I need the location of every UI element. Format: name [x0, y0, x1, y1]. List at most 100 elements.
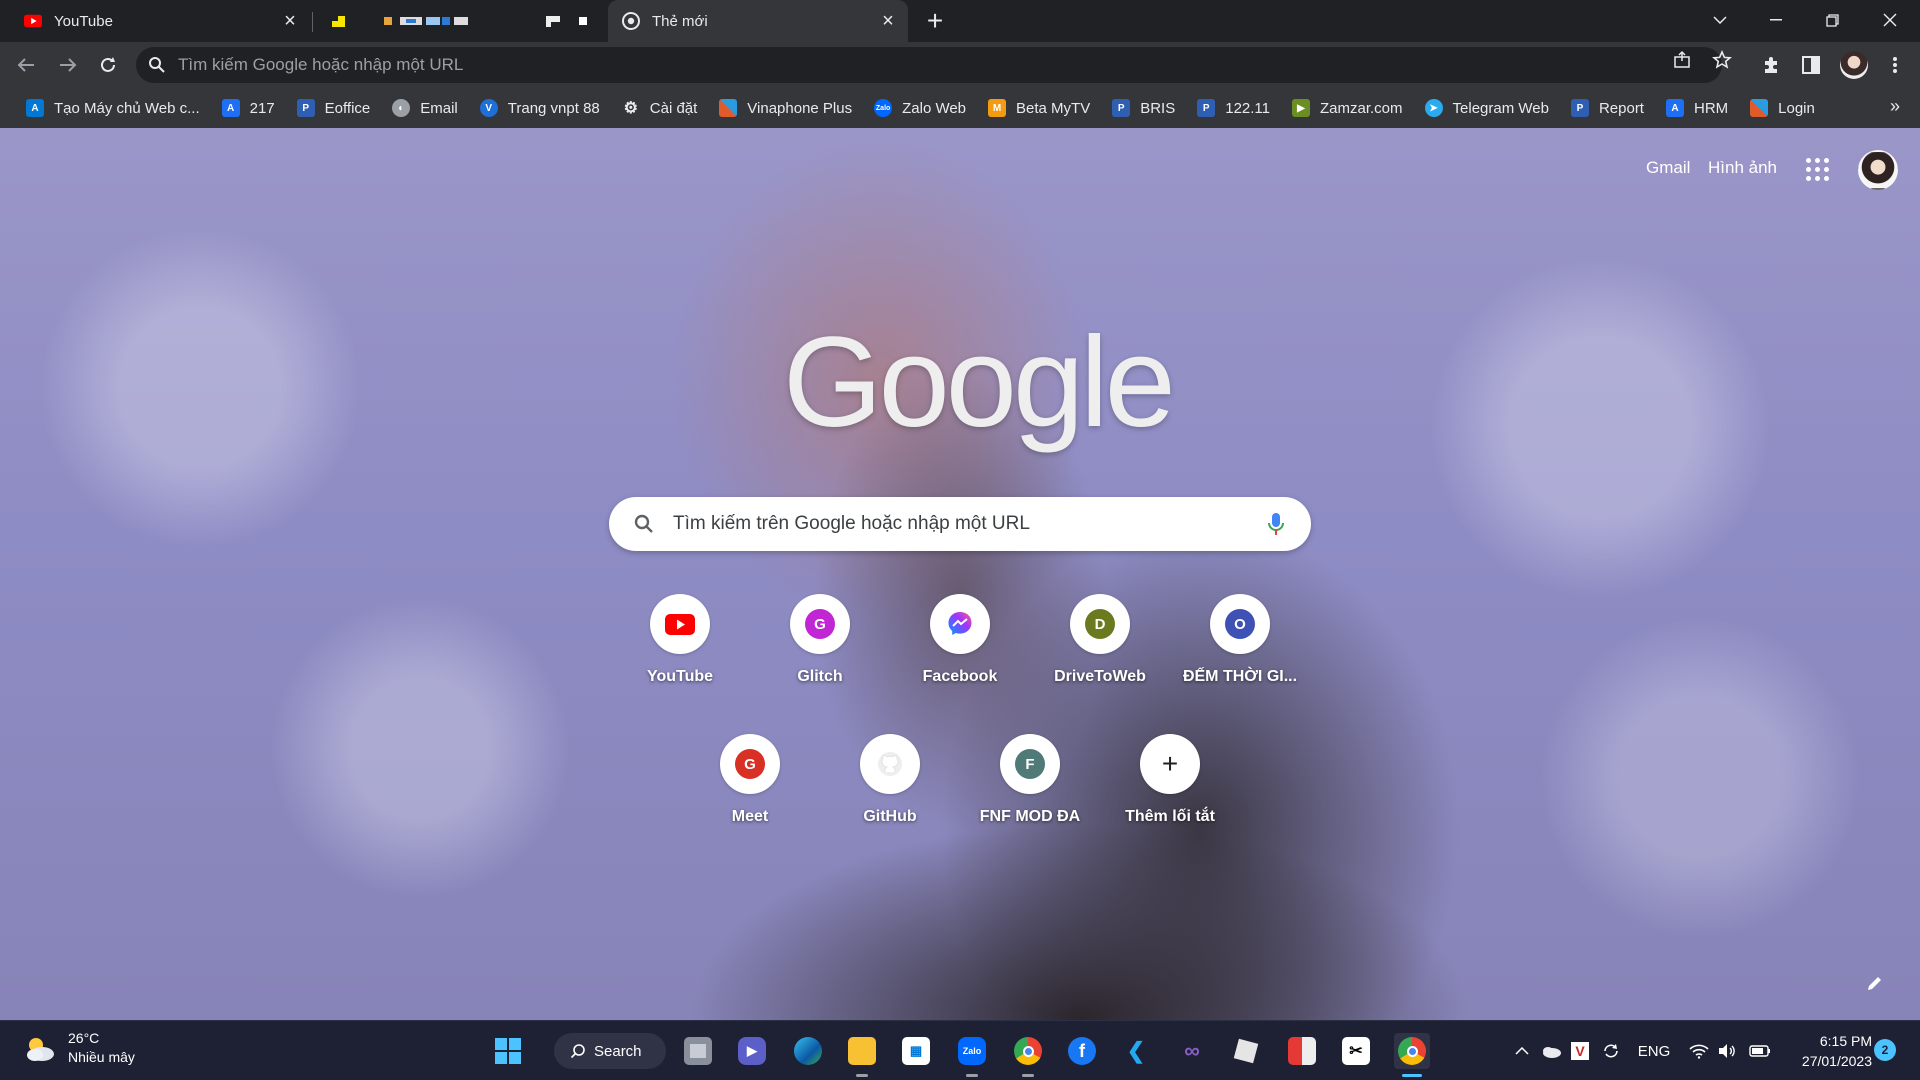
ntp-search-input[interactable]: [673, 513, 1265, 535]
facebook-icon[interactable]: f: [1064, 1033, 1100, 1069]
bookmark-item[interactable]: Login: [1742, 92, 1823, 124]
roblox-icon[interactable]: [1228, 1033, 1264, 1069]
microphone-icon[interactable]: [1265, 511, 1287, 537]
show-hidden-icons-chevron-icon[interactable]: [1510, 1021, 1534, 1080]
file-explorer-icon[interactable]: [844, 1033, 880, 1077]
task-view-icon[interactable]: [680, 1033, 716, 1069]
tab-3[interactable]: [370, 0, 500, 42]
share-icon[interactable]: [1672, 50, 1692, 70]
running-indicator: [1402, 1074, 1422, 1077]
bookmark-item[interactable]: M Beta MyTV: [980, 92, 1098, 124]
taskbar-search[interactable]: Search: [554, 1033, 666, 1069]
volume-icon[interactable]: [1714, 1021, 1740, 1080]
bookmark-label: Trang vnpt 88: [507, 99, 600, 117]
shortcut-icon-circle: D: [1070, 594, 1130, 654]
azure-icon: A: [26, 99, 44, 117]
doc-icon: P: [1197, 99, 1216, 117]
menu-kebab-icon[interactable]: [1882, 52, 1908, 78]
tab-4[interactable]: [530, 0, 590, 42]
bookmark-item[interactable]: ▶ Zamzar.com: [1284, 92, 1411, 124]
bookmark-item[interactable]: P Eoffice: [289, 92, 379, 124]
onedrive-cloud-icon[interactable]: [1538, 1021, 1564, 1080]
profile-avatar[interactable]: [1840, 51, 1868, 79]
sync-icon[interactable]: [1598, 1021, 1624, 1080]
input-language[interactable]: ENG: [1632, 1021, 1676, 1080]
chrome-icon[interactable]: [1010, 1033, 1046, 1077]
tab-search-chevron-icon[interactable]: [1692, 0, 1748, 40]
google-apps-icon[interactable]: [1806, 158, 1830, 182]
running-indicator: [856, 1074, 868, 1077]
images-link[interactable]: Hình ảnh: [1708, 158, 1777, 178]
teams-chat-icon[interactable]: ▶: [734, 1033, 770, 1069]
customize-pencil-icon[interactable]: [1866, 974, 1890, 998]
bookmark-item[interactable]: ⚙ Cài đặt: [614, 92, 706, 124]
shortcut-tile[interactable]: D DriveToWeb: [1040, 592, 1160, 712]
shortcut-tile[interactable]: G Glitch: [760, 592, 880, 712]
forward-button[interactable]: [52, 49, 84, 81]
gmail-link[interactable]: Gmail: [1646, 158, 1690, 178]
wifi-icon[interactable]: [1686, 1021, 1712, 1080]
shortcut-tile[interactable]: YouTube: [620, 592, 740, 712]
shortcut-label: Thêm lối tắt: [1125, 808, 1215, 825]
chrome-profile-icon[interactable]: [1394, 1033, 1430, 1077]
bookmark-item[interactable]: ◐ Email: [384, 92, 466, 124]
add-shortcut-tile[interactable]: + Thêm lối tắt: [1110, 732, 1230, 852]
restore-button[interactable]: [1804, 0, 1860, 40]
shortcut-tile[interactable]: Facebook: [900, 592, 1020, 712]
bookmark-item[interactable]: V Trang vnpt 88: [472, 92, 608, 124]
close-window-button[interactable]: [1862, 0, 1918, 40]
notification-badge[interactable]: 2: [1874, 1039, 1896, 1061]
bookmark-item[interactable]: A HRM: [1658, 92, 1736, 124]
address-bar[interactable]: [136, 47, 1722, 83]
start-button[interactable]: [490, 1033, 526, 1069]
bookmark-item[interactable]: P Report: [1563, 92, 1652, 124]
bookmark-item[interactable]: A Tạo Máy chủ Web c...: [18, 92, 208, 124]
back-button[interactable]: [10, 49, 42, 81]
weather-widget[interactable]: 26°C Nhiều mây: [22, 1029, 135, 1067]
tab-2[interactable]: [316, 0, 366, 42]
github-icon: [878, 752, 902, 776]
tab-new-tab[interactable]: Thẻ mới ×: [608, 0, 908, 42]
account-avatar[interactable]: [1858, 150, 1898, 190]
doc-icon: P: [296, 99, 315, 117]
antivirus-icon[interactable]: V: [1568, 1021, 1592, 1080]
bookmark-item[interactable]: Zalo Zalo Web: [866, 92, 974, 124]
new-tab-button[interactable]: +: [922, 7, 948, 35]
vscode-icon[interactable]: ❮: [1118, 1033, 1154, 1069]
bookmark-label: BRIS: [1140, 99, 1176, 117]
paint-app-icon[interactable]: [1284, 1033, 1320, 1069]
address-input[interactable]: [178, 55, 1722, 75]
shortcut-tile[interactable]: O ĐẾM THỜI GI...: [1180, 592, 1300, 712]
extensions-icon[interactable]: [1758, 52, 1784, 78]
plus-icon: +: [1161, 748, 1179, 779]
bookmarks-overflow-button[interactable]: »: [1890, 96, 1900, 117]
bookmark-label: Email: [420, 99, 458, 117]
close-tab-icon[interactable]: ×: [280, 11, 300, 31]
ntp-search-box[interactable]: [609, 497, 1311, 551]
edge-icon[interactable]: [790, 1033, 826, 1069]
bookmark-item[interactable]: Vinaphone Plus: [711, 92, 860, 124]
bookmark-label: 217: [249, 99, 275, 117]
search-icon: [570, 1044, 585, 1059]
shortcut-tile[interactable]: GitHub: [830, 732, 950, 852]
search-icon: [149, 57, 165, 73]
visual-studio-icon[interactable]: ∞: [1174, 1033, 1210, 1069]
close-tab-icon[interactable]: ×: [878, 11, 898, 31]
zalo-icon[interactable]: Zalo: [954, 1033, 990, 1077]
star-icon[interactable]: [1711, 50, 1733, 70]
bookmark-item[interactable]: P 122.11: [1189, 92, 1278, 124]
shortcut-tile[interactable]: F FNF MOD ĐA: [970, 732, 1090, 852]
clock[interactable]: 6:15 PM 27/01/2023: [1786, 1031, 1872, 1071]
capcut-icon[interactable]: ✂: [1338, 1033, 1374, 1069]
tab-youtube[interactable]: YouTube ×: [10, 0, 310, 42]
reload-button[interactable]: [92, 49, 124, 81]
running-indicator: [1022, 1074, 1034, 1077]
microsoft-store-icon[interactable]: ▦: [898, 1033, 934, 1069]
shortcut-tile[interactable]: G Meet: [690, 732, 810, 852]
minimize-button[interactable]: [1748, 0, 1804, 40]
bookmark-item[interactable]: P BRIS: [1104, 92, 1183, 124]
bookmark-item[interactable]: A 217: [214, 92, 283, 124]
side-panel-icon[interactable]: [1798, 52, 1824, 78]
bookmark-item[interactable]: ➤ Telegram Web: [1417, 92, 1557, 124]
battery-icon[interactable]: [1746, 1021, 1774, 1080]
